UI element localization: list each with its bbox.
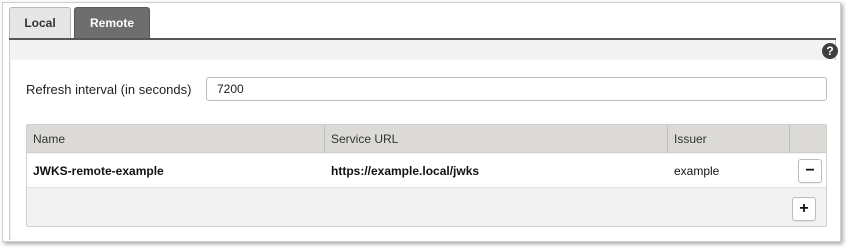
table-row[interactable]: JWKS-remote-example https://example.loca…	[27, 154, 826, 188]
column-header-service-url: Service URL	[331, 132, 399, 146]
minus-icon: −	[805, 162, 815, 179]
cell-issuer: example	[674, 164, 720, 178]
column-divider	[789, 125, 790, 153]
panel-content: Refresh interval (in seconds) Name Servi…	[11, 60, 836, 240]
tab-local-label: Local	[24, 16, 56, 30]
column-header-name: Name	[33, 132, 66, 146]
refresh-interval-input[interactable]	[206, 77, 827, 101]
remote-jwks-frame: Local Remote ? Refresh interval (in seco…	[2, 2, 841, 242]
plus-icon: +	[799, 200, 809, 217]
refresh-interval-label: Refresh interval (in seconds)	[26, 82, 192, 97]
cell-name: JWKS-remote-example	[33, 164, 164, 178]
tab-remote-label: Remote	[89, 16, 134, 30]
jwks-table: Name Service URL Issuer JWKS-remote-exam…	[26, 124, 827, 227]
column-header-issuer: Issuer	[674, 132, 707, 146]
add-row-button[interactable]: +	[792, 197, 816, 221]
remove-row-button[interactable]: −	[798, 159, 822, 183]
help-icon[interactable]: ?	[822, 43, 838, 59]
tab-local[interactable]: Local	[9, 7, 71, 38]
cell-service-url: https://example.local/jwks	[331, 164, 480, 178]
tab-remote[interactable]: Remote	[74, 7, 150, 38]
remote-panel: ? Refresh interval (in seconds) Name Ser…	[9, 40, 838, 240]
table-header: Name Service URL Issuer	[27, 125, 826, 153]
